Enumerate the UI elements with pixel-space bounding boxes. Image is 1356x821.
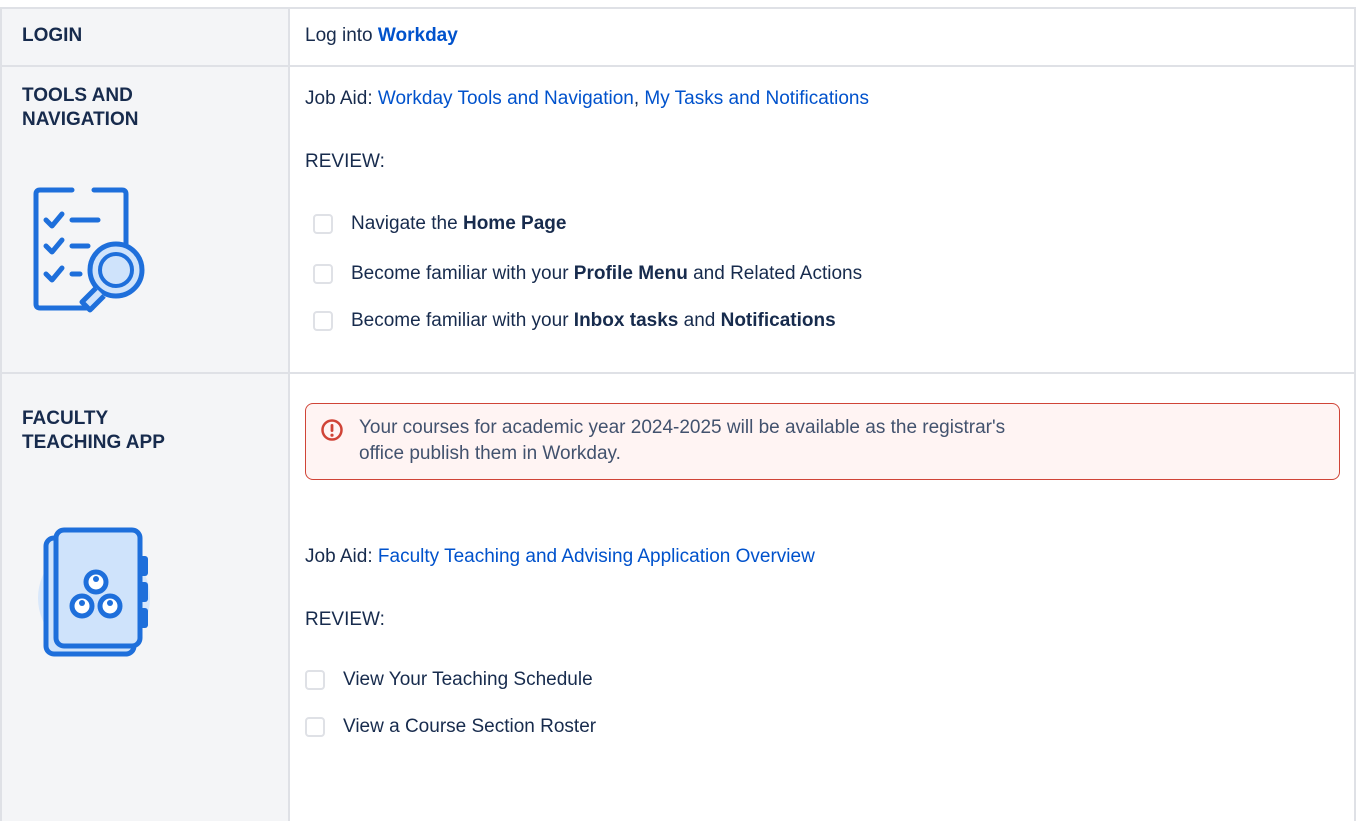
task-text-plain: Become familiar with your: [351, 263, 574, 284]
task-text-bold: Home Page: [462, 213, 567, 234]
row-header-tools-line1: TOOLS AND: [22, 85, 133, 106]
warning-line: office publish them in Workday.: [359, 443, 621, 464]
task-checkbox[interactable]: [305, 670, 325, 690]
row-header-faculty-line1: FACULTY: [22, 408, 109, 429]
task-checkbox[interactable]: [313, 214, 333, 234]
task-text-bold: Profile Menu: [573, 263, 688, 284]
login-instruction: Log into Workday: [305, 24, 458, 48]
table-divider: [0, 65, 1355, 67]
task-text-plain: Become familiar with your: [351, 310, 574, 331]
task-checkbox[interactable]: [305, 717, 325, 737]
task-text: Navigate the Home Page: [351, 213, 566, 235]
job-aid-label: Job Aid:: [305, 546, 378, 567]
checklist-page: LOGIN Log into Workday TOOLS AND NAVIGAT…: [0, 0, 1356, 821]
table-border-top: [0, 7, 1355, 9]
workday-link[interactable]: Workday: [378, 25, 458, 46]
task-item: View Your Teaching Schedule: [305, 667, 593, 693]
table-divider: [0, 372, 1355, 374]
row-header-faculty-line2: TEACHING APP: [22, 432, 165, 453]
task-item: Become familiar with your Profile Menu a…: [313, 261, 862, 287]
task-text: Become familiar with your Profile Menu a…: [351, 263, 862, 285]
task-item: View a Course Section Roster: [305, 714, 596, 740]
faculty-job-aid: Job Aid: Faculty Teaching and Advising A…: [305, 545, 815, 569]
workday-tools-navigation-link[interactable]: Workday Tools and Navigation: [378, 88, 634, 109]
row-header-tools-line2: NAVIGATION: [22, 109, 139, 130]
task-text: View Your Teaching Schedule: [343, 669, 593, 690]
address-book-icon: [38, 527, 150, 657]
task-text-bold: Inbox tasks: [573, 310, 679, 331]
error-icon: [321, 419, 343, 441]
table-border-left: [0, 7, 2, 821]
tools-review-label: REVIEW:: [305, 151, 385, 172]
table-column-divider: [288, 7, 290, 821]
task-item: Navigate the Home Page: [313, 211, 566, 237]
task-text: View a Course Section Roster: [343, 716, 597, 737]
checklist-magnifier-icon: [33, 187, 145, 313]
task-text: Become familiar with your Inbox tasks an…: [351, 310, 836, 332]
faculty-teaching-overview-link[interactable]: Faculty Teaching and Advising Applicatio…: [378, 546, 815, 567]
job-aid-label: Job Aid:: [305, 88, 378, 109]
task-text-bold: Notifications: [720, 310, 836, 331]
warning-panel: Your courses for academic year 2024-2025…: [305, 403, 1340, 480]
my-tasks-notifications-link[interactable]: My Tasks and Notifications: [644, 88, 869, 109]
tools-job-aid: Job Aid: Workday Tools and Navigation, M…: [305, 87, 869, 111]
task-text-plain: and: [678, 310, 721, 331]
task-text-plain: Navigate the: [351, 213, 463, 234]
row-header-tools: TOOLS AND NAVIGATION: [22, 84, 138, 132]
job-aid-separator: ,: [633, 88, 645, 109]
task-item: Become familiar with your Inbox tasks an…: [313, 308, 836, 334]
warning-line: Your courses for academic year 2024-2025…: [359, 417, 1006, 438]
login-text: Log into: [305, 25, 378, 46]
faculty-review-label: REVIEW:: [305, 609, 385, 630]
task-checkbox[interactable]: [313, 311, 333, 331]
warning-message: Your courses for academic year 2024-2025…: [359, 415, 1319, 467]
row-header-faculty: FACULTY TEACHING APP: [22, 407, 165, 455]
task-text-plain: and Related Actions: [687, 263, 863, 284]
task-checkbox[interactable]: [313, 264, 333, 284]
row-header-login: LOGIN: [22, 25, 83, 46]
